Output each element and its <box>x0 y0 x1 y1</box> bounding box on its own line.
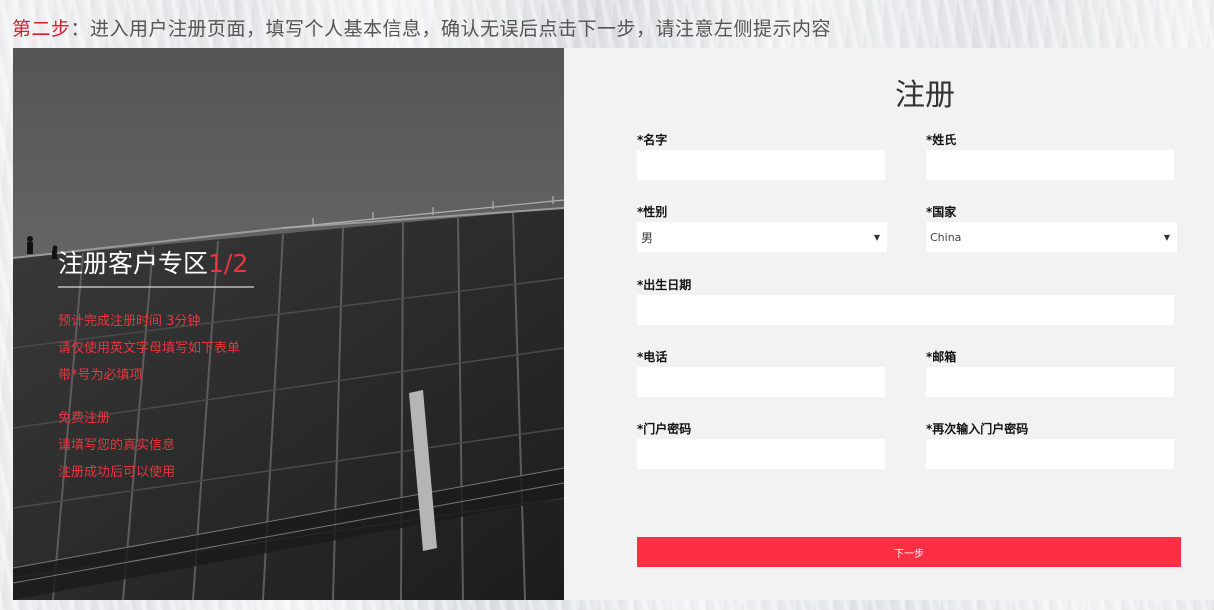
progress-indicator: 1/2 <box>208 249 249 278</box>
gender-label: *性别 <box>637 205 668 219</box>
first-name-input[interactable] <box>637 150 885 180</box>
password-confirm-label: *再次输入门户密码 <box>926 422 1029 436</box>
step-label: 第二步 <box>12 18 71 40</box>
password-input[interactable] <box>637 439 885 469</box>
hero-image-panel: 注册客户专区1/2 预计完成注册时间 3分钟 请仅使用英文字母填写如下表单 带*… <box>13 48 564 600</box>
notes-secondary: 免费注册 请填写您的真实信息 注册成功后可以使用 <box>58 405 175 486</box>
registration-form: 注册 *名字 *姓氏 *性别 男 ▼ *国家 China ▼ *出生日期 *电话… <box>564 48 1214 600</box>
note-item: 免费注册 <box>58 411 111 426</box>
last-name-label: *姓氏 <box>926 133 957 147</box>
note-item: 带*号为必填项 <box>58 368 143 383</box>
last-name-input[interactable] <box>926 150 1174 180</box>
left-panel-title-text: 注册客户专区 <box>58 249 209 278</box>
birthdate-label: *出生日期 <box>637 278 692 292</box>
notes-primary: 预计完成注册时间 3分钟 请仅使用英文字母填写如下表单 带*号为必填项 <box>58 308 240 389</box>
step-text: ：进入用户注册页面，填写个人基本信息，确认无误后点击下一步，请注意左侧提示内容 <box>70 18 832 40</box>
chevron-down-icon: ▼ <box>1163 232 1170 242</box>
note-item: 请填写您的真实信息 <box>58 438 176 453</box>
password-label: *门户密码 <box>637 422 692 436</box>
email-input[interactable] <box>926 367 1174 397</box>
form-title: 注册 <box>895 78 955 113</box>
left-panel-title: 注册客户专区1/2 <box>58 244 254 288</box>
first-name-label: *名字 <box>637 133 668 147</box>
note-item: 请仅使用英文字母填写如下表单 <box>58 341 241 356</box>
email-label: *邮箱 <box>926 350 957 364</box>
gender-select[interactable]: 男 ▼ <box>637 222 887 252</box>
note-item: 注册成功后可以使用 <box>58 465 176 480</box>
note-item: 预计完成注册时间 3分钟 <box>58 314 201 329</box>
password-confirm-input[interactable] <box>926 439 1174 469</box>
next-step-button[interactable]: 下一步 <box>637 537 1181 567</box>
country-select[interactable]: China ▼ <box>926 222 1177 252</box>
step-instruction: 第二步：进入用户注册页面，填写个人基本信息，确认无误后点击下一步，请注意左侧提示… <box>12 14 831 41</box>
gender-selected-value: 男 <box>641 230 654 245</box>
birthdate-input[interactable] <box>637 295 1174 325</box>
phone-input[interactable] <box>637 367 885 397</box>
phone-label: *电话 <box>637 350 668 364</box>
country-selected-value: China <box>930 230 962 244</box>
country-label: *国家 <box>926 205 957 219</box>
chevron-down-icon: ▼ <box>873 232 880 242</box>
